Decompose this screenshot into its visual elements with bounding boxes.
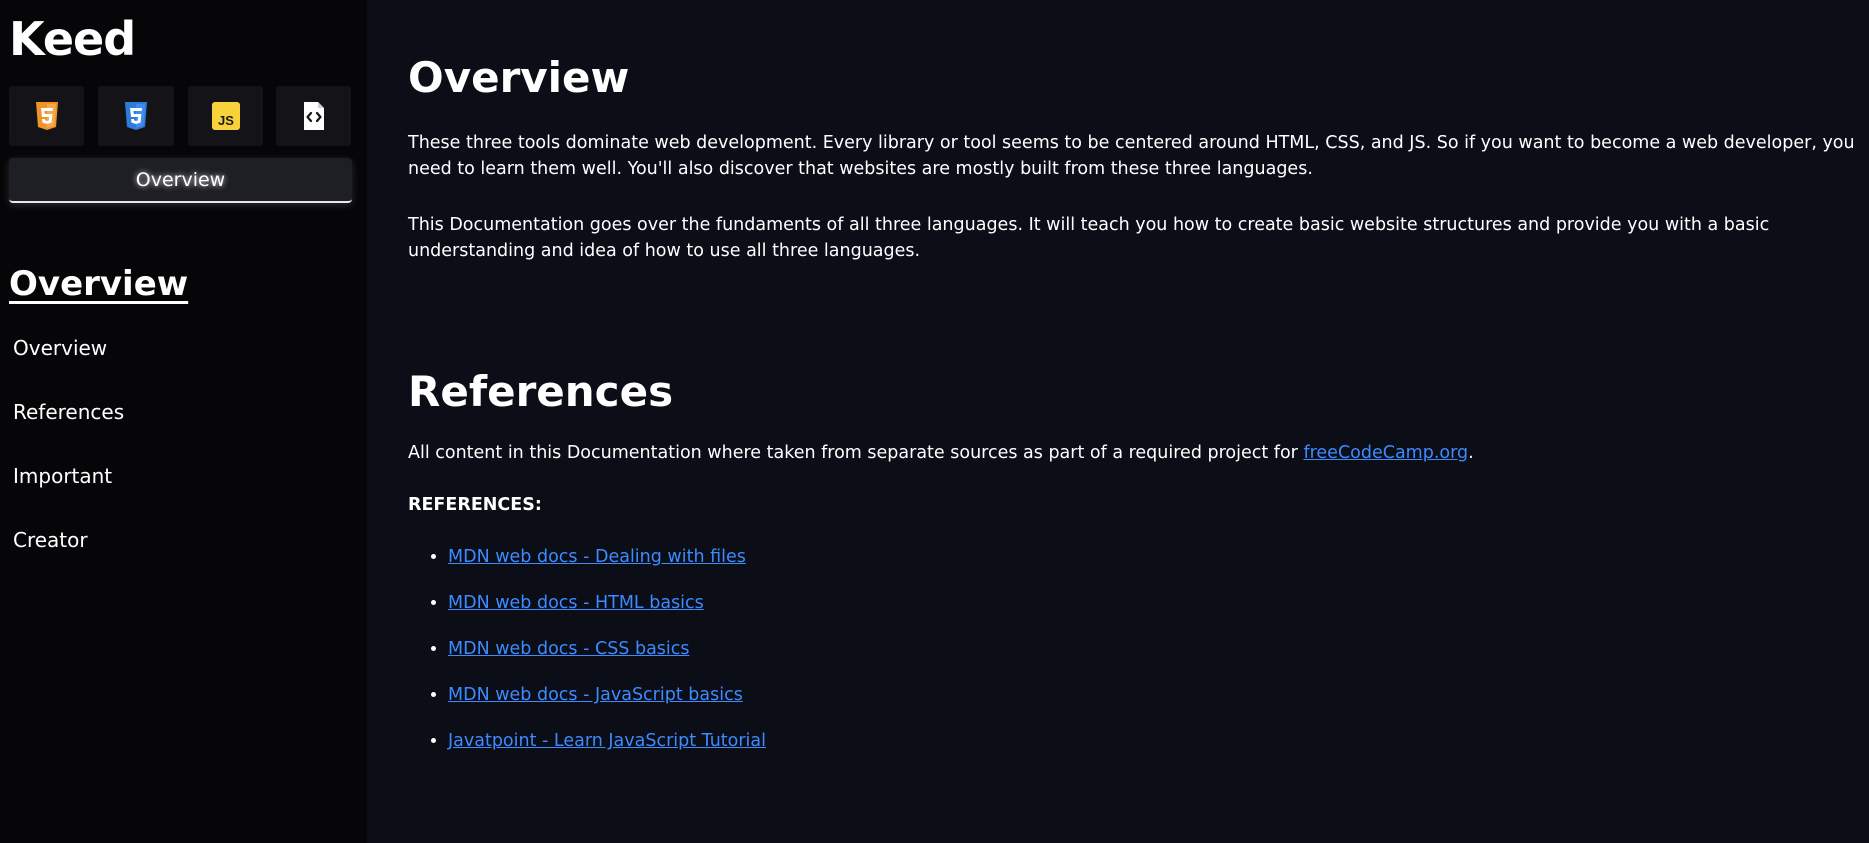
reference-link-mdn-files[interactable]: MDN web docs - Dealing with files bbox=[448, 547, 746, 567]
overview-paragraph-2: This Documentation goes over the fundame… bbox=[408, 215, 1770, 261]
list-item: MDN web docs - CSS basics bbox=[448, 636, 1859, 682]
overview-toggle-button[interactable]: Overview bbox=[9, 158, 352, 203]
references-section: References All content in this Documenta… bbox=[408, 360, 1859, 774]
svg-text:JS: JS bbox=[218, 113, 234, 128]
nav-item-overview[interactable]: Overview bbox=[9, 335, 358, 399]
list-item: MDN web docs - Dealing with files bbox=[448, 544, 1859, 590]
reference-link-mdn-css[interactable]: MDN web docs - CSS basics bbox=[448, 639, 690, 659]
nav-item-important[interactable]: Important bbox=[9, 463, 358, 527]
main-content: Overview These three tools dominate web … bbox=[367, 0, 1869, 843]
list-item: MDN web docs - JavaScript basics bbox=[448, 682, 1859, 728]
tech-icon-row: JS bbox=[9, 86, 358, 146]
list-item: MDN web docs - HTML basics bbox=[448, 590, 1859, 636]
code-file-tile[interactable] bbox=[276, 86, 351, 146]
reference-link-javatpoint[interactable]: Javatpoint - Learn JavaScript Tutorial bbox=[448, 731, 766, 751]
html5-tile[interactable] bbox=[9, 86, 84, 146]
references-intro-end: . bbox=[1468, 443, 1474, 463]
javascript-tile[interactable]: JS bbox=[188, 86, 263, 146]
freecodecamp-link[interactable]: freeCodeCamp.org bbox=[1303, 443, 1468, 463]
references-list: MDN web docs - Dealing with files MDN we… bbox=[408, 544, 1859, 774]
list-item: Javatpoint - Learn JavaScript Tutorial bbox=[448, 728, 1859, 774]
sidebar: Keed JS Overview Overview Overview Refer… bbox=[0, 0, 367, 843]
overview-paragraph-1: These three tools dominate web developme… bbox=[408, 133, 1855, 179]
overview-section: Overview These three tools dominate web … bbox=[408, 46, 1859, 264]
references-title: References bbox=[408, 367, 674, 416]
nav-heading: Overview bbox=[9, 264, 189, 304]
css3-tile[interactable] bbox=[98, 86, 174, 146]
reference-link-mdn-js[interactable]: MDN web docs - JavaScript basics bbox=[448, 685, 743, 705]
nav-item-creator[interactable]: Creator bbox=[9, 527, 358, 591]
css3-icon bbox=[125, 102, 147, 130]
html5-icon bbox=[35, 102, 58, 130]
nav-item-references[interactable]: References bbox=[9, 399, 358, 463]
reference-link-mdn-html[interactable]: MDN web docs - HTML basics bbox=[448, 593, 704, 613]
references-label: REFERENCES: bbox=[408, 495, 542, 515]
code-file-icon bbox=[303, 102, 324, 130]
references-intro: All content in this Documentation where … bbox=[408, 440, 1859, 466]
overview-title: Overview bbox=[408, 53, 630, 102]
references-intro-text: All content in this Documentation where … bbox=[408, 443, 1304, 463]
page-layout: Keed JS Overview Overview Overview Refer… bbox=[0, 0, 1869, 843]
javascript-icon: JS bbox=[211, 102, 240, 130]
brand-title: Keed bbox=[9, 12, 136, 66]
nav-list: Overview References Important Creator bbox=[9, 335, 358, 591]
